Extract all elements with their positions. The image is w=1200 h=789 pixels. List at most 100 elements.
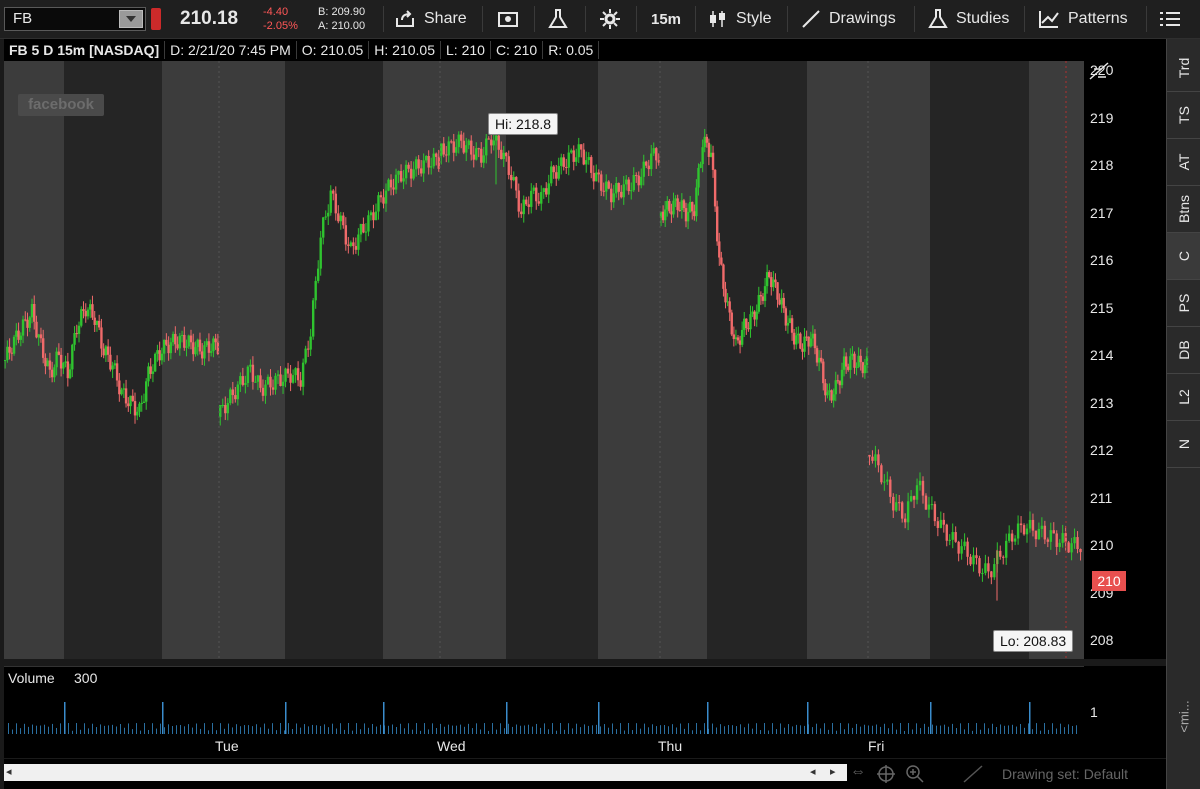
volume-bar bbox=[1004, 725, 1005, 734]
volume-bar bbox=[732, 725, 733, 734]
horizontal-scrollbar[interactable]: ◂ ◂ ▸ bbox=[4, 764, 847, 781]
panel-tab-c[interactable]: C bbox=[1167, 233, 1200, 280]
current-price-tag: 210 bbox=[1092, 571, 1126, 591]
volume-bar bbox=[288, 723, 289, 734]
day-label-fri: Fri bbox=[868, 738, 885, 754]
candle-body bbox=[630, 190, 633, 192]
price-axis[interactable]: 220 219 218 217 216 215 214 213 212 211 210 209 208 bbox=[1084, 61, 1166, 659]
candle-body bbox=[50, 369, 54, 378]
candle-body bbox=[703, 136, 706, 148]
candle-body bbox=[15, 330, 18, 337]
candle-body bbox=[284, 368, 287, 382]
volume-bar bbox=[1012, 724, 1013, 734]
candle-body bbox=[377, 195, 380, 212]
candle-body bbox=[555, 172, 558, 179]
collapse-panel-label[interactable]: <mi... bbox=[1177, 700, 1192, 732]
candle-body bbox=[1079, 549, 1082, 553]
candle-body bbox=[763, 286, 767, 301]
settings-button[interactable] bbox=[599, 0, 621, 38]
candle-body bbox=[26, 319, 29, 328]
volume-bar bbox=[648, 727, 649, 734]
menu-button[interactable] bbox=[1158, 0, 1182, 38]
volume-bar bbox=[516, 724, 517, 734]
candle-body bbox=[180, 334, 184, 336]
candle-body bbox=[430, 166, 433, 168]
candle-body bbox=[565, 166, 568, 168]
candle-body bbox=[711, 152, 715, 170]
volume-bar bbox=[528, 724, 529, 734]
scroll-left-small-icon[interactable]: ◂ bbox=[810, 765, 816, 778]
candle-body bbox=[832, 394, 835, 401]
volume-bar bbox=[392, 724, 393, 734]
chart-window-icon bbox=[498, 12, 518, 27]
share-button[interactable]: Share bbox=[394, 0, 467, 38]
volume-bar bbox=[688, 723, 689, 734]
volume-bar bbox=[656, 726, 657, 734]
candle-body bbox=[30, 303, 34, 318]
zoom-icon[interactable] bbox=[904, 763, 926, 785]
scroll-left-icon[interactable]: ◂ bbox=[6, 765, 12, 778]
volume-bar bbox=[324, 724, 325, 734]
candle-body bbox=[274, 375, 277, 390]
scroll-right-icon[interactable]: ▸ bbox=[830, 765, 836, 778]
candle-body bbox=[895, 502, 898, 511]
candle-body bbox=[178, 335, 182, 349]
candle-body bbox=[602, 190, 605, 192]
volume-bar bbox=[484, 723, 485, 734]
panel-tab-label: C bbox=[1176, 250, 1192, 262]
candle-body bbox=[389, 179, 393, 188]
panel-tab-db[interactable]: DB bbox=[1167, 327, 1200, 374]
candle-body bbox=[153, 353, 157, 372]
expand-icon[interactable]: ⇔ bbox=[850, 763, 866, 781]
panel-tab-n[interactable]: N bbox=[1167, 421, 1200, 468]
volume-bar bbox=[136, 723, 137, 734]
volume-bar bbox=[104, 725, 105, 734]
panel-tab-at[interactable]: AT bbox=[1167, 139, 1200, 186]
volume-bar bbox=[652, 724, 653, 734]
volume-bar bbox=[524, 725, 525, 734]
volume-bar bbox=[960, 723, 961, 734]
panel-tab-ts[interactable]: TS bbox=[1167, 92, 1200, 139]
drawing-tool-icon[interactable] bbox=[962, 764, 984, 784]
candle-body bbox=[19, 335, 22, 340]
panel-tab-l2[interactable]: L2 bbox=[1167, 374, 1200, 421]
price-chart[interactable]: facebook Hi: 218.8 Lo: 208.83 bbox=[4, 61, 1084, 659]
symbol-selector[interactable]: FB bbox=[4, 7, 146, 31]
volume-bar bbox=[744, 727, 745, 734]
volume-bar bbox=[260, 727, 261, 734]
candle-body bbox=[517, 190, 520, 212]
candle-body bbox=[129, 395, 132, 407]
panel-tab-trd[interactable]: Trd bbox=[1167, 45, 1200, 92]
chart-settings-button[interactable] bbox=[497, 0, 519, 38]
volume-chart[interactable] bbox=[4, 690, 1084, 734]
candle-body bbox=[655, 148, 658, 161]
panel-tab-btns[interactable]: Btns bbox=[1167, 186, 1200, 233]
patterns-button[interactable]: Patterns bbox=[1038, 0, 1128, 38]
alert-flag-icon[interactable] bbox=[151, 8, 161, 30]
crosshair-icon[interactable] bbox=[876, 764, 896, 784]
panel-tab-ps[interactable]: PS bbox=[1167, 280, 1200, 327]
candle-body bbox=[786, 323, 790, 326]
candle-body bbox=[17, 330, 20, 340]
candle-body bbox=[645, 161, 648, 166]
candle-body bbox=[759, 295, 763, 297]
flask-button[interactable] bbox=[548, 0, 568, 38]
candle-body bbox=[851, 353, 854, 357]
studies-button[interactable]: Studies bbox=[928, 0, 1009, 38]
style-button[interactable]: Style bbox=[708, 0, 772, 38]
candle-body bbox=[120, 389, 123, 395]
drawings-button[interactable]: Drawings bbox=[801, 0, 896, 38]
drawing-set-label[interactable]: Drawing set: Default bbox=[1002, 766, 1128, 782]
volume-bar bbox=[644, 723, 645, 734]
volume-bar bbox=[592, 725, 593, 734]
interval-button[interactable]: 15m bbox=[651, 0, 681, 38]
volume-header: Volume 300 bbox=[4, 666, 1084, 692]
chevron-down-icon bbox=[126, 16, 136, 22]
candle-body bbox=[640, 176, 643, 186]
volume-bar bbox=[16, 723, 17, 734]
volume-bar bbox=[916, 723, 917, 734]
candle-body bbox=[1037, 528, 1041, 540]
symbol-dropdown-button[interactable] bbox=[119, 10, 143, 28]
candle-body bbox=[165, 339, 168, 345]
volume-bar bbox=[236, 724, 237, 734]
